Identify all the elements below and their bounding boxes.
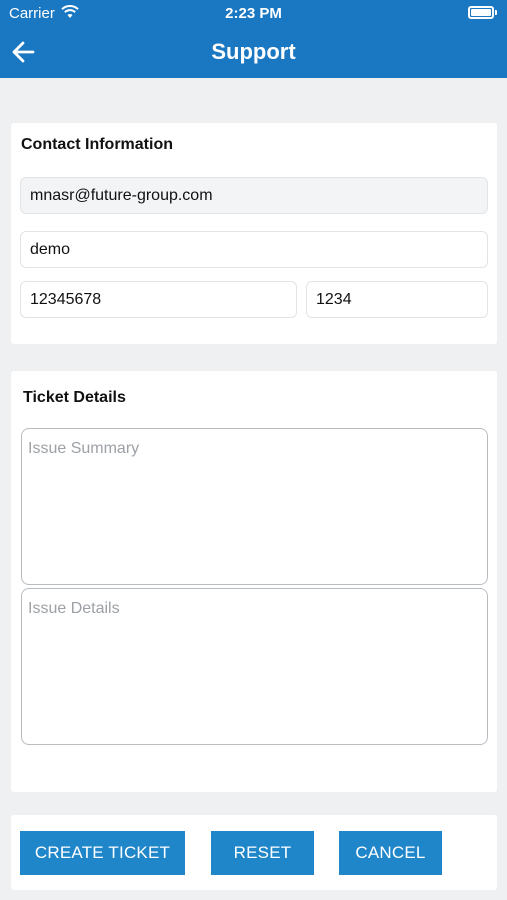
- ticket-details-card: Ticket Details Issue Summary Issue Detai…: [11, 371, 497, 792]
- clock: 2:23 PM: [225, 5, 282, 22]
- reset-button[interactable]: RESET: [211, 831, 314, 875]
- extension-field[interactable]: 1234: [306, 281, 488, 318]
- email-field[interactable]: mnasr@future-group.com: [20, 177, 488, 214]
- contact-information-heading: Contact Information: [21, 136, 173, 153]
- phone-field[interactable]: 12345678: [20, 281, 297, 318]
- navigation-bar: Support: [0, 26, 507, 78]
- issue-details-placeholder: Issue Details: [28, 600, 120, 617]
- create-ticket-button[interactable]: CREATE TICKET: [20, 831, 185, 875]
- contact-information-card: Contact Information mnasr@future-group.c…: [11, 123, 497, 344]
- issue-summary-input[interactable]: Issue Summary: [21, 428, 488, 585]
- extension-value: 1234: [316, 290, 352, 308]
- name-field[interactable]: demo: [20, 231, 488, 268]
- email-value: mnasr@future-group.com: [30, 186, 213, 204]
- issue-summary-placeholder: Issue Summary: [28, 440, 140, 457]
- battery-icon: [468, 6, 497, 19]
- page-title: Support: [211, 39, 296, 64]
- cancel-button[interactable]: CANCEL: [339, 831, 442, 875]
- issue-details-input[interactable]: Issue Details: [21, 588, 488, 745]
- status-bar: Carrier 2:23 PM: [0, 0, 507, 26]
- name-value: demo: [30, 240, 71, 258]
- phone-value: 12345678: [30, 290, 102, 308]
- ticket-details-heading: Ticket Details: [23, 389, 126, 406]
